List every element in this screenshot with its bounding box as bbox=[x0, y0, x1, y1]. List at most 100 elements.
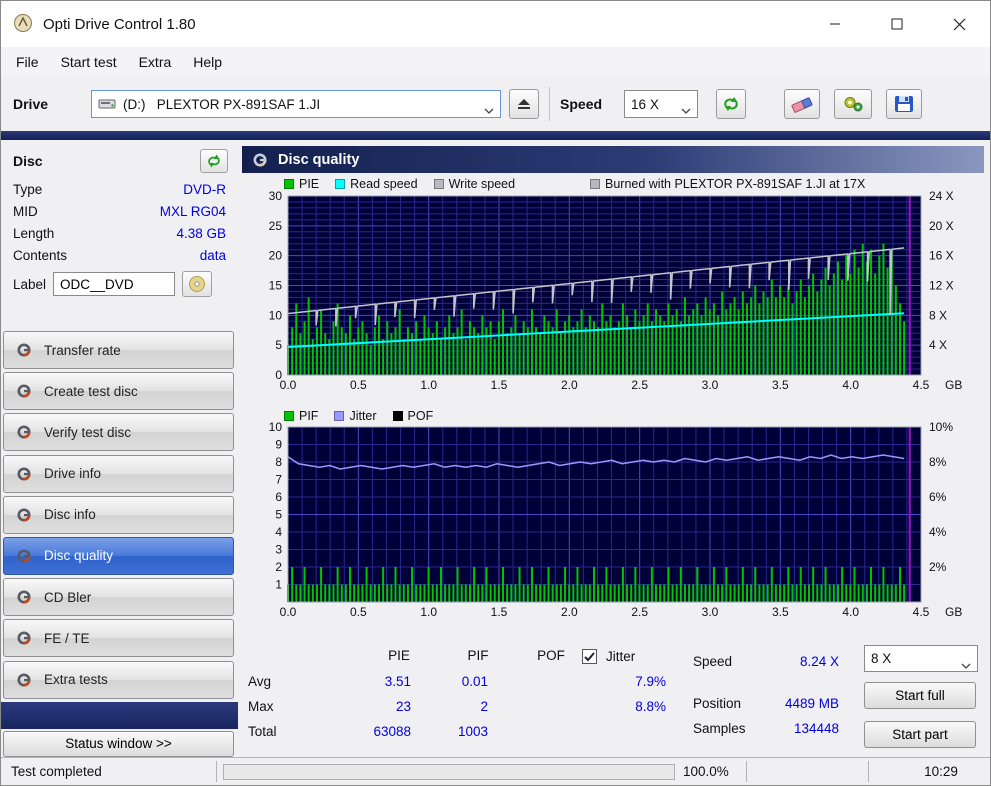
menu-extra[interactable]: Extra bbox=[128, 49, 183, 75]
y-axis-label: 10 bbox=[269, 422, 283, 434]
pie-speed-chart: 051015202530 24 X20 X16 X12 X8 X4 X0.0 0.5… bbox=[269, 190, 963, 392]
sidebar-item-label: Disc info bbox=[44, 507, 96, 523]
sidebar-item-label: CD Bler bbox=[44, 589, 92, 605]
section-header: Disc quality bbox=[242, 146, 984, 173]
read-speed-select[interactable]: 16 X bbox=[624, 90, 699, 118]
legend-item-pie: PIE bbox=[284, 177, 319, 191]
window-controls bbox=[804, 1, 990, 47]
y-axis-label: 10 bbox=[269, 308, 283, 322]
sidebar-item-disc-info[interactable]: Disc info bbox=[3, 495, 234, 534]
sidebar-item-extra-tests[interactable]: Extra tests bbox=[3, 660, 234, 699]
sidebar-item-label: Transfer rate bbox=[44, 342, 121, 358]
disc-label-input[interactable] bbox=[53, 272, 176, 296]
speed-label: Speed bbox=[560, 96, 603, 112]
sidebar-item-drive-info[interactable]: Drive info bbox=[3, 454, 234, 493]
avg-pif-value: 0.01 bbox=[461, 674, 488, 689]
x-axis-label: 0.0 bbox=[280, 378, 297, 392]
disc-refresh-button[interactable] bbox=[200, 149, 228, 173]
sidebar-item-create-test-disc[interactable]: Create test disc bbox=[3, 372, 234, 411]
odc-icon bbox=[17, 384, 31, 398]
samples-label: Samples bbox=[693, 721, 746, 736]
odc-icon bbox=[252, 152, 268, 168]
scan-speed-value: 8.24 X bbox=[799, 654, 839, 669]
check-icon bbox=[584, 651, 595, 661]
sidebar-item-cd-bler[interactable]: CD Bler bbox=[3, 578, 234, 617]
sidebar-item-label: Create test disc bbox=[44, 383, 138, 399]
scan-speed-select[interactable]: 8 X bbox=[864, 645, 978, 672]
toolbar-divider-band bbox=[1, 131, 990, 140]
x-axis-label: 1.5 bbox=[491, 605, 508, 619]
y-axis-label: 15 bbox=[269, 279, 283, 293]
disc-field-mid: MID MXL RG04 bbox=[1, 200, 238, 222]
drive-select[interactable]: (D:) PLEXTOR PX-891SAF 1.JI bbox=[91, 90, 502, 118]
legend-swatch bbox=[392, 411, 403, 421]
clock-time: 10:29 bbox=[924, 764, 958, 779]
y-axis-label: 20 bbox=[269, 249, 283, 263]
y-axis-label: 5 bbox=[275, 338, 282, 352]
x-axis-label: 1.5 bbox=[491, 378, 508, 392]
legend-label: Jitter bbox=[349, 409, 377, 423]
x-axis-label: 4.0 bbox=[842, 378, 859, 392]
toolbar: Drive (D:) PLEXTOR PX-891SAF 1.JI Speed … bbox=[1, 77, 990, 131]
odc-icon bbox=[17, 508, 31, 522]
legend-swatch bbox=[284, 411, 294, 421]
chart1-legend: PIE Read speed Write speed bbox=[284, 177, 515, 191]
statusbar-divider bbox=[868, 761, 869, 782]
advanced-settings-button[interactable] bbox=[834, 89, 873, 119]
statusbar-divider bbox=[746, 761, 747, 782]
field-label: Type bbox=[13, 181, 43, 197]
menu-start-test[interactable]: Start test bbox=[50, 49, 128, 75]
samples-value: 134448 bbox=[793, 721, 839, 736]
maximize-button[interactable] bbox=[866, 1, 928, 47]
eject-button[interactable] bbox=[509, 89, 540, 119]
burn-info-legend: Burned with PLEXTOR PX-891SAF 1.JI at 17… bbox=[590, 177, 865, 191]
disc-panel-header: Disc bbox=[1, 140, 238, 178]
disc-field-type: Type DVD-R bbox=[1, 178, 238, 200]
burn-label-button[interactable] bbox=[182, 271, 213, 297]
x-axis-label: 2.5 bbox=[631, 378, 648, 392]
menu-file[interactable]: File bbox=[5, 49, 50, 75]
legend-item-read-speed: Read speed bbox=[335, 177, 418, 191]
refresh-button[interactable] bbox=[716, 89, 747, 119]
erase-disc-button[interactable] bbox=[784, 89, 821, 119]
odc-icon bbox=[17, 590, 31, 604]
max-pif-value: 2 bbox=[480, 699, 488, 714]
chevron-down-icon bbox=[961, 657, 971, 672]
odc-icon bbox=[17, 425, 31, 439]
sidebar-item-verify-test-disc[interactable]: Verify test disc bbox=[3, 413, 234, 452]
right-axis-label: 24 X bbox=[929, 190, 954, 203]
statusbar: Test completed 100.0% 10:29 bbox=[1, 757, 990, 785]
legend-label: Write speed bbox=[448, 177, 516, 191]
x-axis-label: 1.0 bbox=[420, 378, 437, 392]
legend-label: PIF bbox=[299, 409, 319, 423]
right-axis-label: 10% bbox=[929, 422, 953, 434]
field-label: MID bbox=[13, 203, 38, 219]
statusbar-divider bbox=[216, 761, 217, 782]
x-axis-label: 3.0 bbox=[702, 378, 719, 392]
drive-icon bbox=[98, 97, 116, 111]
close-button[interactable] bbox=[928, 1, 990, 47]
menu-help[interactable]: Help bbox=[182, 49, 233, 75]
legend-item-pof: POF bbox=[392, 409, 433, 423]
start-part-button[interactable]: Start part bbox=[864, 721, 976, 748]
x-axis-label: 4.5 bbox=[913, 605, 930, 619]
x-axis-label: 2.0 bbox=[561, 378, 578, 392]
field-value: DVD-R bbox=[183, 181, 226, 197]
start-full-button[interactable]: Start full bbox=[864, 682, 976, 709]
sidebar-item-transfer-rate[interactable]: Transfer rate bbox=[3, 331, 234, 369]
sidebar-item-disc-quality[interactable]: Disc quality bbox=[3, 536, 234, 575]
sidebar-item-fe-te[interactable]: FE / TE bbox=[3, 619, 234, 658]
app-window: Opti Drive Control 1.80 File Start test Ex… bbox=[0, 0, 991, 786]
sidebar: Disc Type DVD-R MID MXL RG04 Length 4.38 GB Co… bbox=[1, 140, 238, 757]
field-value: data bbox=[199, 247, 226, 263]
y-axis-label: 2 bbox=[275, 560, 282, 574]
scan-control-panel: Speed 8.24 X 8 X Position 4489 MB Start … bbox=[688, 640, 990, 760]
jitter-checkbox[interactable] bbox=[582, 649, 597, 664]
status-window-button[interactable]: Status window >> bbox=[3, 731, 234, 757]
chart2-legend: PIF Jitter POF bbox=[284, 409, 433, 423]
save-button[interactable] bbox=[886, 89, 923, 119]
legend-label: Read speed bbox=[350, 177, 418, 191]
right-axis-label: 6% bbox=[929, 490, 947, 504]
minimize-button[interactable] bbox=[804, 1, 866, 47]
right-axis-label: 4% bbox=[929, 525, 947, 539]
